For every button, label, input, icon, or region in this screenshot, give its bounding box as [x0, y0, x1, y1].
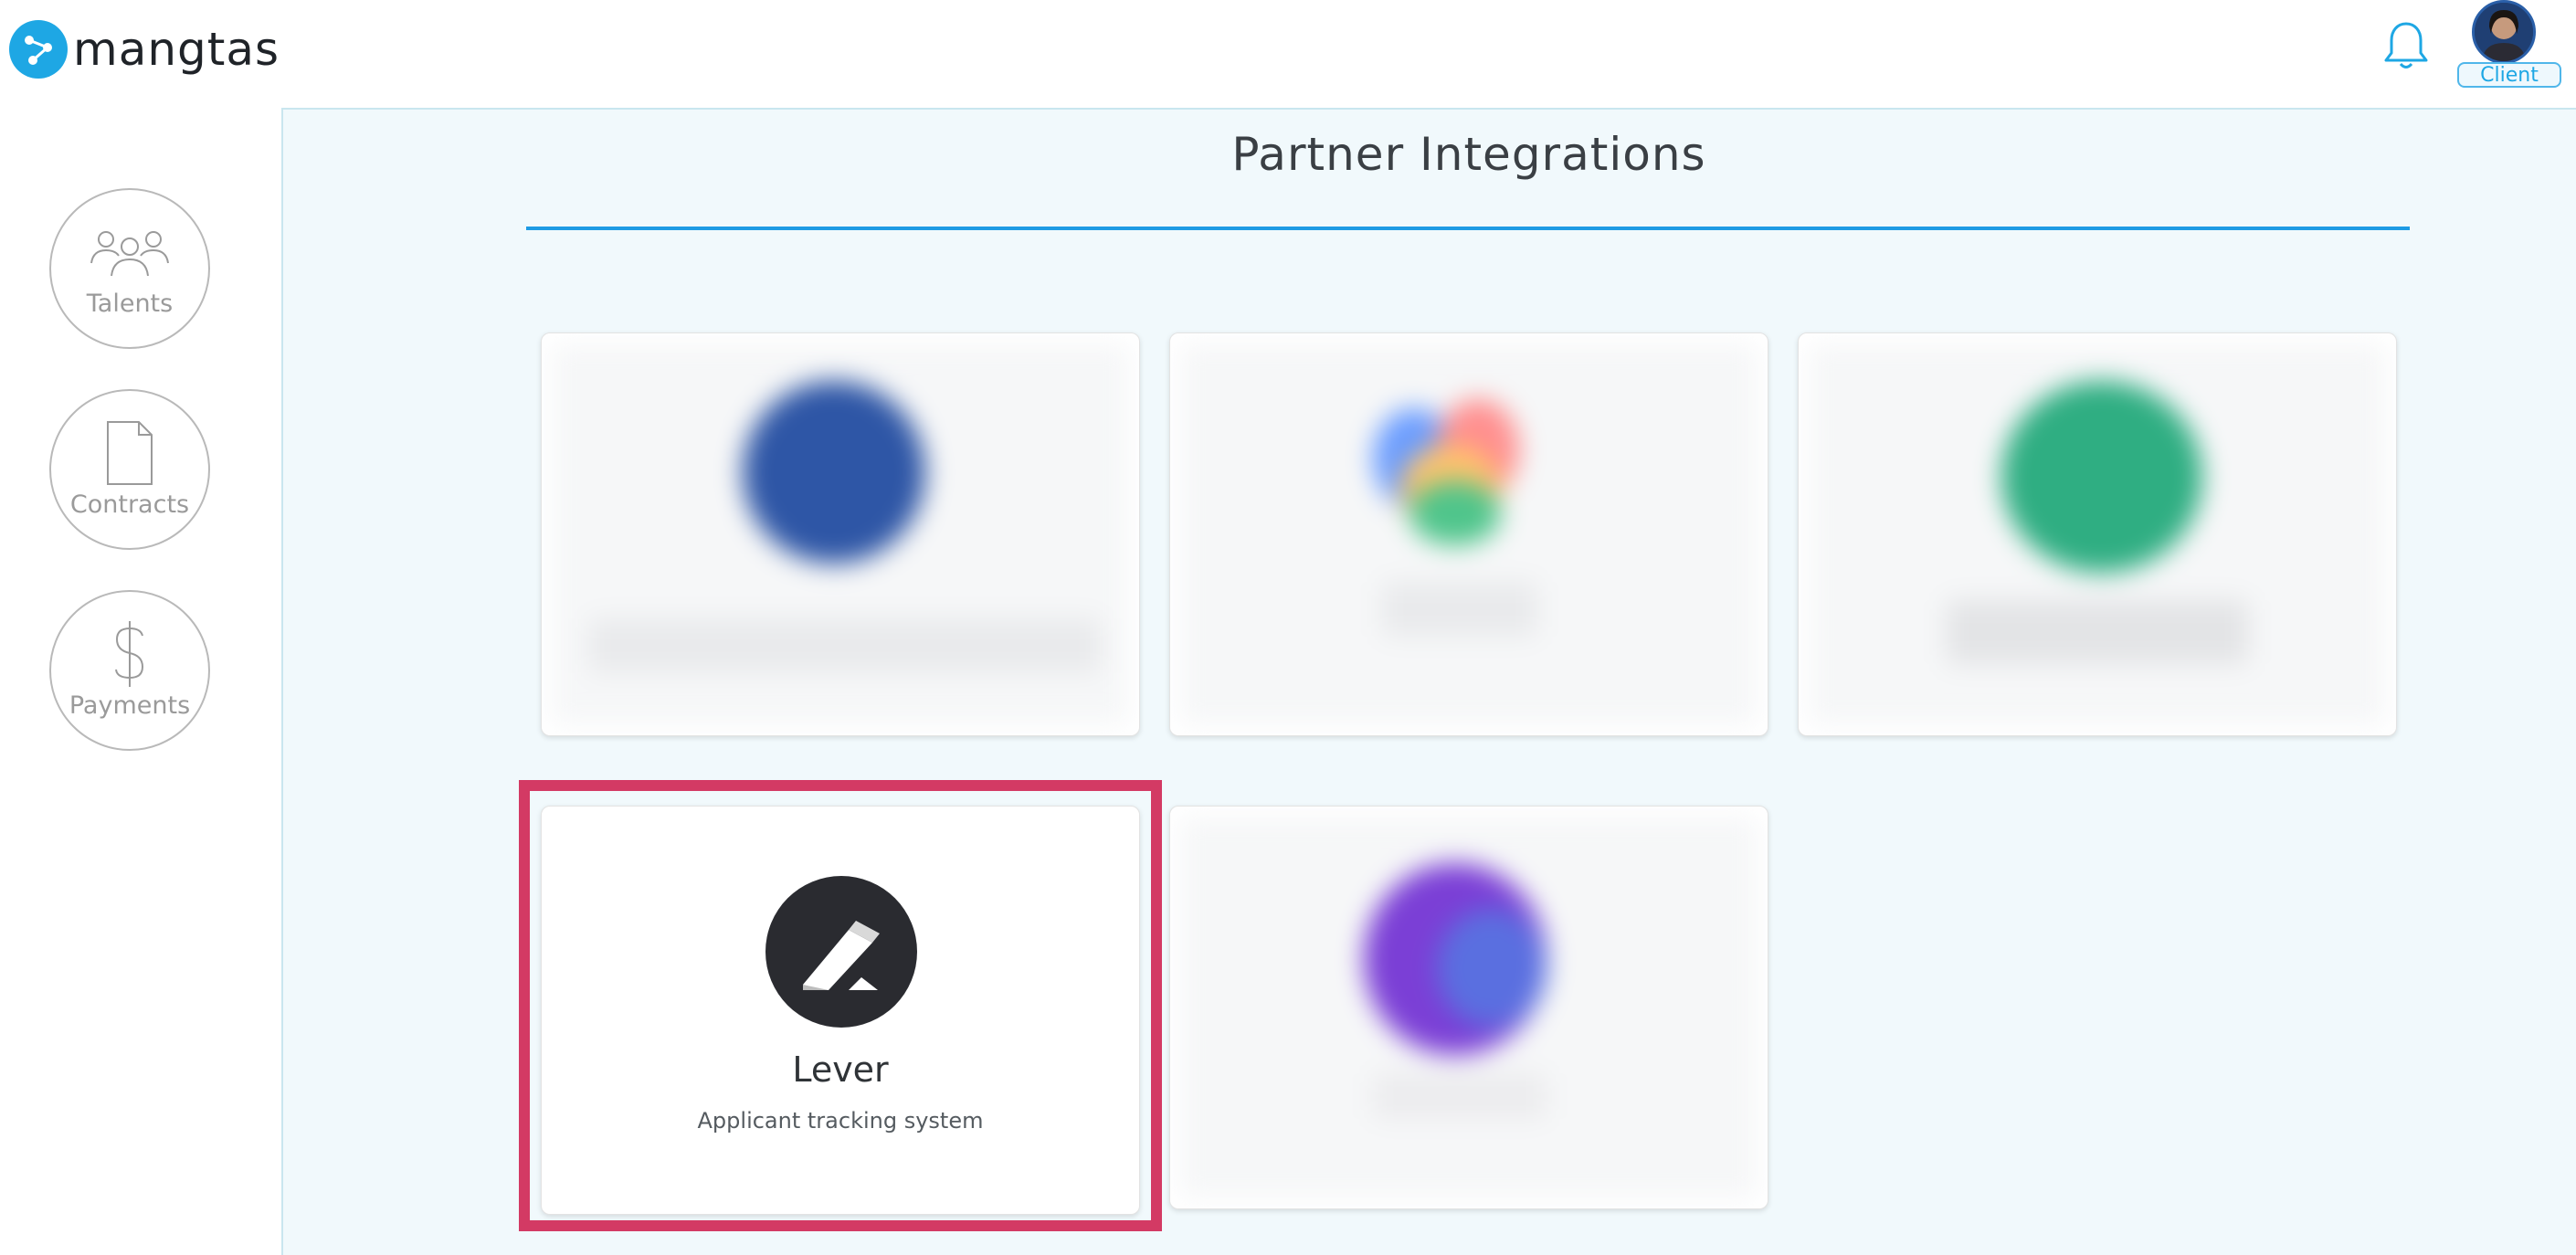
sidebar-item-label: Payments — [69, 691, 191, 720]
title-divider — [526, 227, 2410, 230]
mangtas-logo-icon — [9, 20, 68, 79]
sidebar-item-payments[interactable]: Payments — [49, 590, 210, 751]
brand-name: mangtas — [73, 23, 280, 76]
role-badge[interactable]: Client — [2457, 62, 2561, 88]
main-content: Partner Integrations Lever Applicant tra… — [281, 108, 2576, 1255]
card-content-blurred — [1181, 344, 1757, 724]
card-content-blurred — [1810, 344, 2385, 724]
brand-logo[interactable]: mangtas — [9, 20, 280, 79]
sidebar-item-contracts[interactable]: Contracts — [49, 389, 210, 550]
card-content-blurred — [553, 344, 1128, 724]
sidebar: Talents Contracts Payments — [0, 108, 281, 1255]
dollar-icon — [111, 620, 148, 687]
card-content-blurred — [1181, 817, 1757, 1197]
sidebar-item-talents[interactable]: Talents — [49, 188, 210, 349]
notification-bell-icon[interactable] — [2382, 20, 2430, 71]
integration-card-lever[interactable]: Lever Applicant tracking system — [541, 806, 1140, 1215]
integration-card-2[interactable] — [1169, 332, 1768, 736]
page-title: Partner Integrations — [1231, 128, 1706, 181]
sidebar-item-label: Contracts — [69, 490, 190, 519]
sidebar-item-label: Talents — [86, 289, 174, 318]
integration-card-1[interactable] — [541, 332, 1140, 736]
integration-card-3[interactable] — [1798, 332, 2397, 736]
user-avatar[interactable] — [2472, 0, 2536, 64]
people-icon — [88, 220, 172, 284]
card-title: Lever — [792, 1049, 889, 1090]
top-bar: mangtas Client — [0, 0, 2576, 108]
lever-logo-icon — [765, 876, 917, 1028]
integration-card-5[interactable] — [1169, 806, 1768, 1209]
document-icon — [104, 420, 155, 485]
card-description: Applicant tracking system — [697, 1108, 984, 1134]
